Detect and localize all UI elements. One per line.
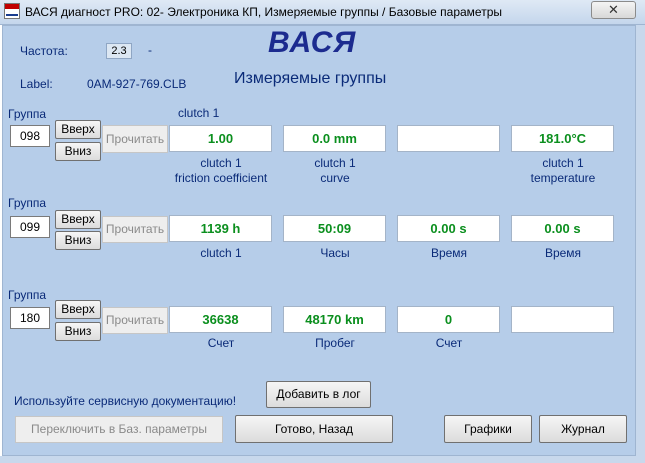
value-cell: [397, 125, 500, 152]
group-caption: Группа: [8, 107, 47, 121]
group-down-button[interactable]: Вниз: [55, 142, 101, 161]
done-back-button[interactable]: Готово, Назад: [235, 415, 393, 443]
app-icon: [4, 3, 20, 19]
value-cell: 0: [397, 306, 500, 333]
label-filename: 0AM-927-769.CLB: [87, 77, 187, 91]
value-label: Время: [430, 246, 468, 260]
value-label: Пробег: [315, 336, 355, 350]
group-up-button[interactable]: Вверх: [55, 300, 101, 319]
value-cell: 0.00 s: [511, 215, 614, 242]
group-read-button[interactable]: Прочитать: [102, 307, 168, 334]
value-label: Счет: [207, 336, 235, 350]
value-cell: 0.0 mm: [283, 125, 386, 152]
value-label: clutch 1 friction coefficient: [174, 156, 268, 185]
page-title: Измеряемые группы: [234, 70, 387, 87]
value-cell: 36638: [169, 306, 272, 333]
group-up-button[interactable]: Вверх: [55, 210, 101, 229]
window-frame-bottom: [0, 456, 645, 463]
value-label: clutch 1: [200, 246, 242, 260]
frequency-dash: -: [148, 43, 152, 57]
window-title: ВАСЯ диагност PRO: 02- Электроника КП, И…: [25, 5, 502, 19]
window-frame-right: [636, 25, 645, 463]
group-caption: Группа: [8, 288, 47, 302]
group-name: clutch 1: [178, 106, 220, 120]
group-down-button[interactable]: Вниз: [55, 322, 101, 341]
value-cell: 48170 km: [283, 306, 386, 333]
group-up-button[interactable]: Вверх: [55, 120, 101, 139]
group-read-button[interactable]: Прочитать: [102, 125, 168, 153]
add-to-log-button[interactable]: Добавить в лог: [266, 381, 371, 408]
title-bar: ВАСЯ диагност PRO: 02- Электроника КП, И…: [0, 0, 645, 25]
app-logo: ВАСЯ: [268, 26, 357, 59]
group-number-input[interactable]: 180: [10, 307, 50, 329]
frequency-value: 2.3: [106, 43, 132, 59]
value-label: Время: [544, 246, 582, 260]
frequency-label: Частота:: [20, 44, 68, 58]
group-read-button[interactable]: Прочитать: [102, 216, 168, 243]
value-cell: 1139 h: [169, 215, 272, 242]
group-number-input[interactable]: 099: [10, 216, 50, 238]
value-label: [384, 156, 514, 171]
value-cell: 181.0°C: [511, 125, 614, 152]
group-number-input[interactable]: 098: [10, 125, 50, 147]
journal-button[interactable]: Журнал: [539, 415, 627, 443]
value-cell: 1.00: [169, 125, 272, 152]
group-caption: Группа: [8, 196, 47, 210]
value-label: Счет: [435, 336, 463, 350]
value-cell: 0.00 s: [397, 215, 500, 242]
value-label: Часы: [320, 246, 350, 260]
value-cell: [511, 306, 614, 333]
value-label: clutch 1 curve: [314, 156, 356, 185]
group-down-button[interactable]: Вниз: [55, 231, 101, 250]
close-button[interactable]: ✕: [591, 1, 636, 19]
graphs-button[interactable]: Графики: [444, 415, 532, 443]
value-cell: 50:09: [283, 215, 386, 242]
switch-basic-params-button[interactable]: Переключить в Баз. параметры: [15, 416, 223, 443]
value-label: clutch 1 temperature: [530, 156, 596, 185]
service-note: Используйте сервисную документацию!: [14, 394, 237, 408]
label-caption: Label:: [20, 77, 53, 91]
